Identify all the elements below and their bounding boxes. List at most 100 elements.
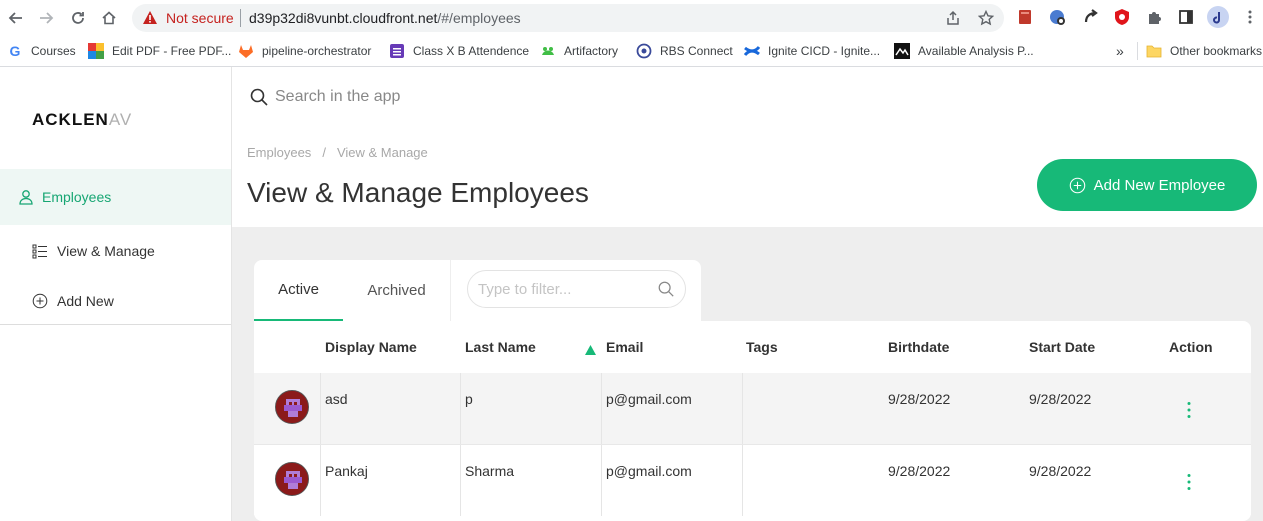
not-secure-label[interactable]: Not secure xyxy=(166,10,234,26)
url-text[interactable]: d39p32di8vunbt.cloudfront.net/#/employee… xyxy=(249,10,521,26)
back-arrow-icon xyxy=(8,12,22,24)
bookmark-artifactory[interactable]: Artifactory xyxy=(540,42,618,60)
add-new-employee-button[interactable]: Add New Employee xyxy=(1037,159,1257,211)
gitlab-icon xyxy=(238,43,254,59)
column-header-birthdate[interactable]: Birthdate xyxy=(888,339,949,355)
sidebar-item-label: Employees xyxy=(42,189,112,205)
cell-divider xyxy=(742,373,743,444)
row-actions-kebab-icon[interactable] xyxy=(1186,401,1192,419)
reload-button[interactable] xyxy=(66,6,90,30)
pdf-icon xyxy=(88,43,104,59)
other-bookmarks[interactable]: Other bookmarks xyxy=(1146,42,1262,60)
bookmarks-divider xyxy=(1137,42,1138,60)
cell-divider xyxy=(601,445,602,516)
cell-email: p@gmail.com xyxy=(606,391,692,407)
bookmark-label: Available Analysis P... xyxy=(918,44,1034,58)
sort-ascending-icon[interactable] xyxy=(585,342,596,360)
bookmark-label: Edit PDF - Free PDF... xyxy=(112,44,232,58)
bookmark-label: Other bookmarks xyxy=(1170,44,1263,58)
content-area: Active Archived Type to filter... Displa… xyxy=(232,227,1263,521)
tab-bar: Active Archived Type to filter... xyxy=(254,260,701,322)
bookmark-label: RBS Connect xyxy=(660,44,733,58)
bookmark-courses[interactable]: G Courses xyxy=(7,42,76,60)
tab-divider xyxy=(450,260,451,321)
forms-icon xyxy=(389,43,405,59)
row-actions-kebab-icon[interactable] xyxy=(1186,473,1192,491)
column-header-display-name[interactable]: Display Name xyxy=(325,339,417,355)
filter-input[interactable]: Type to filter... xyxy=(467,270,686,308)
tab-archived[interactable]: Archived xyxy=(343,260,450,321)
add-button-label: Add New Employee xyxy=(1093,176,1226,194)
address-bar[interactable]: Not secure d39p32di8vunbt.cloudfront.net… xyxy=(132,4,1004,32)
column-header-email[interactable]: Email xyxy=(606,339,643,355)
google-icon: G xyxy=(9,43,21,59)
bookmark-pipeline-orchestrator[interactable]: pipeline-orchestrator xyxy=(238,42,371,60)
breadcrumb: Employees / View & Manage xyxy=(247,145,428,160)
cell-divider xyxy=(601,373,602,444)
omnibox-divider xyxy=(240,9,241,27)
sidebar-item-add-new[interactable]: Add New xyxy=(32,291,114,311)
employees-table: Display Name Last Name Email Tags Birthd… xyxy=(254,321,1251,521)
cell-last-name: Sharma xyxy=(465,463,515,479)
url-path: /#/employees xyxy=(437,10,521,26)
cell-divider xyxy=(742,445,743,516)
breadcrumb-separator: / xyxy=(322,145,326,160)
extension-globe-icon[interactable] xyxy=(1048,8,1066,26)
cell-birthdate: 9/28/2022 xyxy=(888,463,951,479)
cell-divider xyxy=(320,445,321,516)
side-panel-icon[interactable] xyxy=(1177,8,1195,26)
table-row[interactable]: Pankaj Sharma p@gmail.com 9/28/2022 9/28… xyxy=(254,444,1251,516)
connect-icon xyxy=(636,43,652,59)
cell-email: p@gmail.com xyxy=(606,463,692,479)
folder-icon xyxy=(1146,43,1162,59)
column-header-last-name[interactable]: Last Name xyxy=(465,339,536,355)
tab-active[interactable]: Active xyxy=(254,260,343,321)
confluence-icon xyxy=(744,43,760,59)
forward-button[interactable] xyxy=(34,6,58,30)
bookmark-ignite-cicd[interactable]: Ignite CICD - Ignite... xyxy=(744,42,880,60)
more-vert-icon[interactable] xyxy=(1241,8,1259,26)
avatar xyxy=(275,390,309,424)
search-placeholder: Search in the app xyxy=(275,88,401,105)
share-icon[interactable] xyxy=(944,9,962,27)
column-header-tags[interactable]: Tags xyxy=(746,339,778,355)
app-search-input[interactable]: Search in the app xyxy=(249,81,989,113)
bookmarks-overflow[interactable]: » xyxy=(1116,42,1124,60)
table-row[interactable]: asd p p@gmail.com 9/28/2022 9/28/2022 xyxy=(254,373,1251,444)
cell-divider xyxy=(460,445,461,516)
breadcrumb-employees[interactable]: Employees xyxy=(247,145,311,160)
cell-display-name: asd xyxy=(325,391,348,407)
bookmark-label: Class X B Attendence xyxy=(413,44,530,58)
bookmark-star-icon[interactable] xyxy=(977,9,995,27)
bookmark-label: Ignite CICD - Ignite... xyxy=(768,44,881,58)
page-title: View & Manage Employees xyxy=(247,177,589,208)
cell-last-name: p xyxy=(465,391,473,407)
extension-arrow-icon[interactable] xyxy=(1082,8,1100,26)
home-button[interactable] xyxy=(97,6,121,30)
reload-icon xyxy=(72,12,84,24)
back-button[interactable] xyxy=(4,6,28,30)
acklen-logo[interactable]: ACKLENAV xyxy=(32,110,132,130)
bookmark-edit-pdf[interactable]: Edit PDF - Free PDF... xyxy=(88,42,231,60)
column-header-start-date[interactable]: Start Date xyxy=(1029,339,1095,355)
column-header-action: Action xyxy=(1169,339,1213,355)
extensions-puzzle-icon[interactable] xyxy=(1145,8,1163,26)
analysis-icon xyxy=(894,43,910,59)
search-icon xyxy=(249,87,269,107)
bookmark-label: Courses xyxy=(31,44,76,58)
sidebar-divider xyxy=(0,324,231,325)
profile-avatar-icon[interactable] xyxy=(1207,6,1229,28)
sidebar-item-view-manage[interactable]: View & Manage xyxy=(32,241,155,261)
sidebar-item-employees[interactable]: Employees xyxy=(0,169,231,225)
extension-shield-icon[interactable] xyxy=(1113,8,1131,26)
logo-text-faded: AV xyxy=(108,110,133,129)
breadcrumb-view-manage: View & Manage xyxy=(336,145,428,160)
cell-start-date: 9/28/2022 xyxy=(1029,463,1092,479)
bookmark-available-analysis[interactable]: Available Analysis P... xyxy=(894,42,1034,60)
cell-start-date: 9/28/2022 xyxy=(1029,391,1092,407)
bookmark-label: pipeline-orchestrator xyxy=(262,44,372,58)
bookmark-rbs-connect[interactable]: RBS Connect xyxy=(636,42,733,60)
bookmark-class-attendence[interactable]: Class X B Attendence xyxy=(389,42,529,60)
plus-circle-icon xyxy=(1069,177,1086,194)
extension-red-book-icon[interactable] xyxy=(1016,8,1034,26)
